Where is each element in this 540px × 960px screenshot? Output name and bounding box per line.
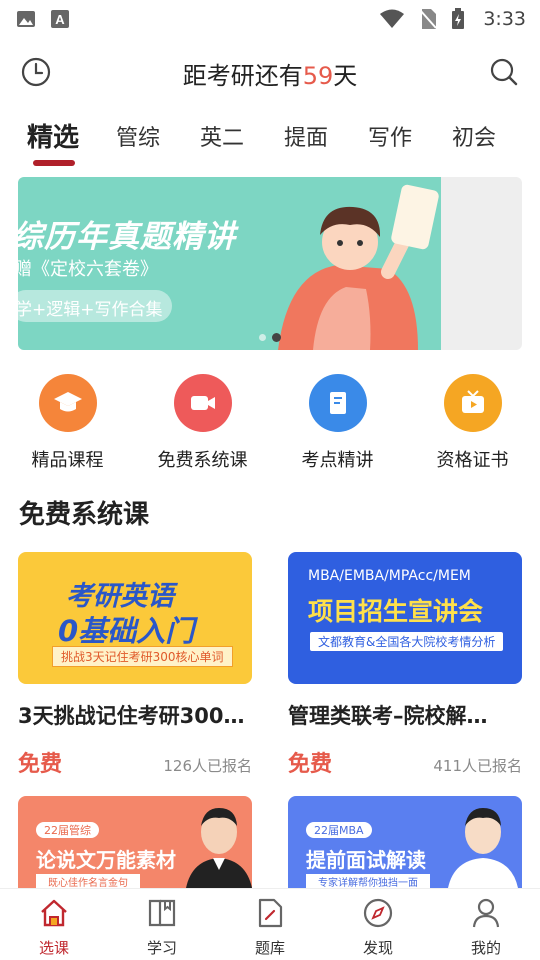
course-card[interactable]: 考研英语 0基础入门 挑战3天记住考研300核心单词 3天挑战记住考研300… … bbox=[18, 552, 252, 778]
student-illustration bbox=[278, 184, 439, 350]
course-thumbnail: 22届MBA 提前面试解读 专家详解帮你独挡一面 bbox=[288, 796, 522, 888]
battery-charging-icon bbox=[452, 8, 465, 29]
teacher-photo bbox=[448, 808, 518, 888]
promo-banner[interactable]: 综历年真题精讲 赠《定校六套卷》 学+逻辑+写作合集 bbox=[18, 177, 522, 350]
active-tab-indicator bbox=[33, 160, 75, 166]
course-title: 管理类联考–院校解… bbox=[288, 704, 488, 728]
carousel-dot-active[interactable] bbox=[272, 333, 281, 342]
countdown-days: 59 bbox=[302, 62, 334, 90]
top-header: 距考研还有59天 bbox=[0, 46, 540, 98]
banner-title: 综历年真题精讲 bbox=[18, 219, 236, 255]
tab-xiezuo[interactable]: 写作 bbox=[368, 120, 412, 152]
user-icon bbox=[472, 898, 500, 928]
quick-link-free-system[interactable]: 免费系统课 bbox=[135, 370, 270, 472]
tab-jingxuan[interactable]: 精选 bbox=[27, 117, 79, 154]
tabbar-item-courses[interactable]: 选课 bbox=[0, 897, 108, 958]
compass-icon bbox=[363, 898, 393, 928]
enrolled-count: 411人已报名 bbox=[433, 757, 522, 775]
quick-link-certificates[interactable]: 资格证书 bbox=[405, 370, 540, 472]
course-price: 免费 bbox=[288, 752, 333, 777]
enrolled-count: 126人已报名 bbox=[163, 757, 252, 775]
edit-doc-icon bbox=[258, 898, 283, 928]
search-icon[interactable] bbox=[488, 56, 520, 88]
tabbar-item-study[interactable]: 学习 bbox=[108, 897, 216, 958]
status-bar: A 3:33 bbox=[0, 0, 540, 38]
carousel-dot[interactable] bbox=[259, 334, 266, 341]
course-thumbnail: 22届管综 论说文万能素材 既心佳作名言金句 bbox=[18, 796, 252, 888]
countdown-title: 距考研还有59天 bbox=[182, 62, 358, 90]
tv-icon bbox=[443, 374, 502, 432]
course-thumbnail: MBA/EMBA/MPAcc/MEM 项目招生宣讲会 文都教育&全国各大院校考情… bbox=[288, 552, 522, 684]
banner-pill-text: 学+逻辑+写作合集 bbox=[18, 300, 163, 320]
text-app-icon: A bbox=[51, 10, 69, 28]
gallery-icon bbox=[17, 11, 35, 27]
course-thumbnail: 考研英语 0基础入门 挑战3天记住考研300核心单词 bbox=[18, 552, 252, 684]
book-icon bbox=[148, 899, 176, 927]
document-icon bbox=[308, 374, 367, 432]
svg-text:A: A bbox=[55, 12, 65, 27]
banner-slide[interactable]: 综历年真题精讲 赠《定校六套卷》 学+逻辑+写作合集 bbox=[18, 177, 441, 350]
tab-yinger[interactable]: 英二 bbox=[200, 120, 244, 152]
home-icon bbox=[41, 899, 67, 927]
course-card[interactable]: 22届管综 论说文万能素材 既心佳作名言金句 bbox=[18, 796, 252, 888]
quick-links: 精品课程 免费系统课 考点精讲 资格证书 bbox=[0, 370, 540, 472]
tab-timian[interactable]: 提面 bbox=[284, 120, 328, 152]
video-camera-icon bbox=[173, 374, 232, 432]
bottom-tab-bar: 选课 学习 题库 发现 我的 bbox=[0, 888, 540, 960]
course-title: 3天挑战记住考研300… bbox=[18, 704, 245, 728]
tabbar-item-discover[interactable]: 发现 bbox=[324, 897, 432, 958]
banner-subtitle: 赠《定校六套卷》 bbox=[18, 259, 158, 280]
category-tabs: 精选 管综 英二 提面 写作 初会 bbox=[0, 114, 540, 174]
tabbar-item-profile[interactable]: 我的 bbox=[432, 897, 540, 958]
tabbar-item-question-bank[interactable]: 题库 bbox=[216, 897, 324, 958]
wifi-icon bbox=[380, 9, 405, 28]
course-card[interactable]: MBA/EMBA/MPAcc/MEM 项目招生宣讲会 文都教育&全国各大院校考情… bbox=[288, 552, 522, 778]
course-price: 免费 bbox=[18, 752, 63, 777]
quick-link-courses[interactable]: 精品课程 bbox=[0, 370, 135, 472]
section-title: 免费系统课 bbox=[19, 500, 150, 530]
clock-time: 3:33 bbox=[483, 8, 526, 30]
course-card[interactable]: 22届MBA 提前面试解读 专家详解帮你独挡一面 bbox=[288, 796, 522, 888]
tab-guanzong[interactable]: 管综 bbox=[116, 120, 160, 152]
quick-link-key-points[interactable]: 考点精讲 bbox=[270, 370, 405, 472]
no-sim-icon bbox=[419, 9, 438, 29]
graduation-cap-icon bbox=[38, 374, 97, 432]
teacher-photo bbox=[186, 808, 252, 888]
tab-chuhui[interactable]: 初会 bbox=[452, 120, 496, 152]
